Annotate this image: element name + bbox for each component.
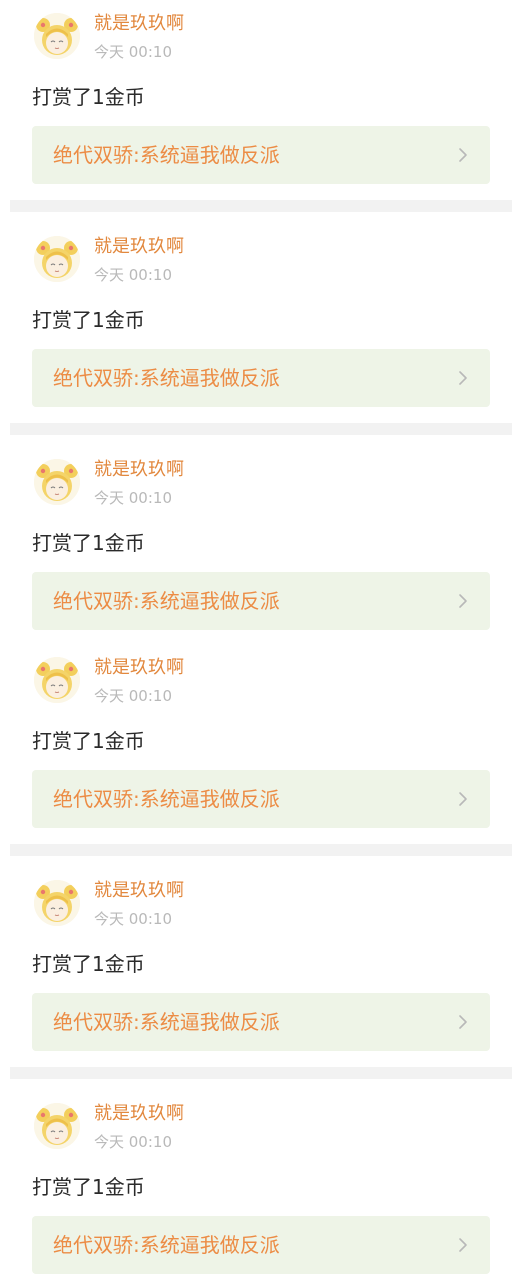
book-link-card[interactable]: 绝代双骄:系统逼我做反派 <box>32 1216 490 1274</box>
username[interactable]: 就是玖玖啊 <box>94 656 184 680</box>
timestamp: 今天 00:10 <box>94 910 172 928</box>
book-title: 绝代双骄:系统逼我做反派 <box>53 1010 280 1034</box>
chevron-right-icon <box>459 148 467 162</box>
user-avatar-icon[interactable] <box>34 459 80 505</box>
feed-item: 就是玖玖啊 今天 00:10 打赏了1金币 绝代双骄:系统逼我做反派 <box>0 867 522 1067</box>
separator <box>10 844 512 856</box>
book-title: 绝代双骄:系统逼我做反派 <box>53 787 280 811</box>
book-link-card[interactable]: 绝代双骄:系统逼我做反派 <box>32 993 490 1051</box>
reward-message: 打赏了1金币 <box>32 308 145 332</box>
chevron-right-icon <box>459 594 467 608</box>
book-title: 绝代双骄:系统逼我做反派 <box>53 143 280 167</box>
user-avatar-icon[interactable] <box>34 236 80 282</box>
book-link-card[interactable]: 绝代双骄:系统逼我做反派 <box>32 572 490 630</box>
chevron-right-icon <box>459 371 467 385</box>
timestamp: 今天 00:10 <box>94 43 172 61</box>
username[interactable]: 就是玖玖啊 <box>94 235 184 259</box>
book-link-card[interactable]: 绝代双骄:系统逼我做反派 <box>32 126 490 184</box>
reward-message: 打赏了1金币 <box>32 1175 145 1199</box>
book-link-card[interactable]: 绝代双骄:系统逼我做反派 <box>32 770 490 828</box>
username[interactable]: 就是玖玖啊 <box>94 12 184 36</box>
reward-message: 打赏了1金币 <box>32 85 145 109</box>
username[interactable]: 就是玖玖啊 <box>94 458 184 482</box>
separator <box>10 200 512 212</box>
feed-item: 就是玖玖啊 今天 00:10 打赏了1金币 绝代双骄:系统逼我做反派 <box>0 446 522 644</box>
user-avatar-icon[interactable] <box>34 1103 80 1149</box>
username[interactable]: 就是玖玖啊 <box>94 879 184 903</box>
user-avatar-icon[interactable] <box>34 657 80 703</box>
separator <box>10 423 512 435</box>
feed-item: 就是玖玖啊 今天 00:10 打赏了1金币 绝代双骄:系统逼我做反派 <box>0 0 522 200</box>
reward-message: 打赏了1金币 <box>32 729 145 753</box>
username[interactable]: 就是玖玖啊 <box>94 1102 184 1126</box>
book-title: 绝代双骄:系统逼我做反派 <box>53 589 280 613</box>
user-avatar-icon[interactable] <box>34 13 80 59</box>
reward-message: 打赏了1金币 <box>32 952 145 976</box>
feed-item: 就是玖玖啊 今天 00:10 打赏了1金币 绝代双骄:系统逼我做反派 <box>0 1090 522 1280</box>
chevron-right-icon <box>459 792 467 806</box>
timestamp: 今天 00:10 <box>94 489 172 507</box>
user-avatar-icon[interactable] <box>34 880 80 926</box>
timestamp: 今天 00:10 <box>94 687 172 705</box>
chevron-right-icon <box>459 1015 467 1029</box>
feed-item: 就是玖玖啊 今天 00:10 打赏了1金币 绝代双骄:系统逼我做反派 <box>0 644 522 844</box>
reward-message: 打赏了1金币 <box>32 531 145 555</box>
timestamp: 今天 00:10 <box>94 1133 172 1151</box>
book-title: 绝代双骄:系统逼我做反派 <box>53 1233 280 1257</box>
book-title: 绝代双骄:系统逼我做反派 <box>53 366 280 390</box>
chevron-right-icon <box>459 1238 467 1252</box>
reward-feed: 就是玖玖啊 今天 00:10 打赏了1金币 绝代双骄:系统逼我做反派 就是玖玖啊… <box>0 0 522 1280</box>
book-link-card[interactable]: 绝代双骄:系统逼我做反派 <box>32 349 490 407</box>
feed-item: 就是玖玖啊 今天 00:10 打赏了1金币 绝代双骄:系统逼我做反派 <box>0 223 522 423</box>
timestamp: 今天 00:10 <box>94 266 172 284</box>
separator <box>10 1067 512 1079</box>
